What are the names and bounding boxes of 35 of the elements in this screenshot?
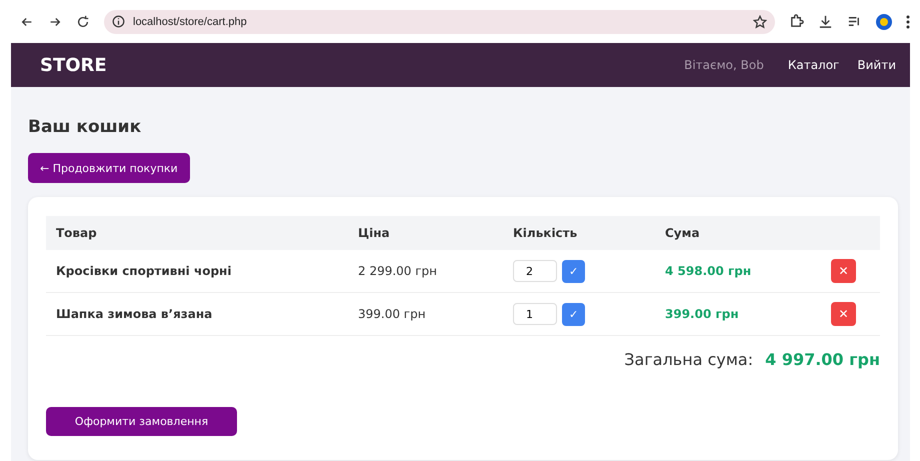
star-icon[interactable] [753, 14, 767, 28]
column-header: Кількість [503, 216, 655, 250]
info-icon[interactable] [112, 15, 125, 28]
url-text: localhost/store/cart.php [133, 16, 248, 28]
profile-avatar[interactable] [876, 14, 892, 30]
price-cell: 2 299.00 грн [348, 250, 503, 293]
page-title: Ваш кошик [28, 117, 142, 137]
menu-icon[interactable] [906, 14, 910, 28]
line-total: 399.00 грн [655, 293, 815, 336]
reload-icon[interactable] [76, 14, 90, 28]
total-value: 4 997.00 грн [765, 350, 880, 369]
greeting-text: Вітаємо, Bob [684, 58, 764, 72]
column-header: Сума [655, 216, 815, 250]
remove-button[interactable]: ✕ [831, 302, 856, 326]
update-button[interactable]: ✓ [562, 260, 585, 282]
nav-link[interactable]: Вийти [857, 58, 896, 72]
column-header: Ціна [348, 216, 503, 250]
total-label: Загальна сума: [624, 350, 754, 369]
quantity-field[interactable]: 1 [513, 303, 557, 325]
remove-button[interactable]: ✕ [831, 259, 856, 283]
nav-link[interactable]: Каталог [788, 58, 840, 72]
product-name: Кросівки спортивні чорні [46, 250, 348, 293]
update-button[interactable]: ✓ [562, 302, 585, 326]
price-cell: 399.00 грн [348, 293, 503, 336]
column-header: Товар [46, 216, 348, 250]
quantity-field[interactable]: 2 [513, 260, 557, 282]
line-total: 4 598.00 грн [655, 250, 815, 293]
address-bar[interactable]: localhost/store/cart.php [104, 10, 775, 34]
product-name: Шапка зимова в’язана [46, 293, 348, 336]
download-icon[interactable] [818, 14, 833, 29]
extension-icon[interactable] [789, 14, 804, 29]
brand-logo[interactable]: STORE [40, 54, 666, 76]
media-icon[interactable] [847, 14, 862, 29]
checkout-button[interactable]: Оформити замовлення [46, 407, 237, 436]
continue-shopping-button[interactable]: ← Продовжити покупки [28, 153, 190, 183]
